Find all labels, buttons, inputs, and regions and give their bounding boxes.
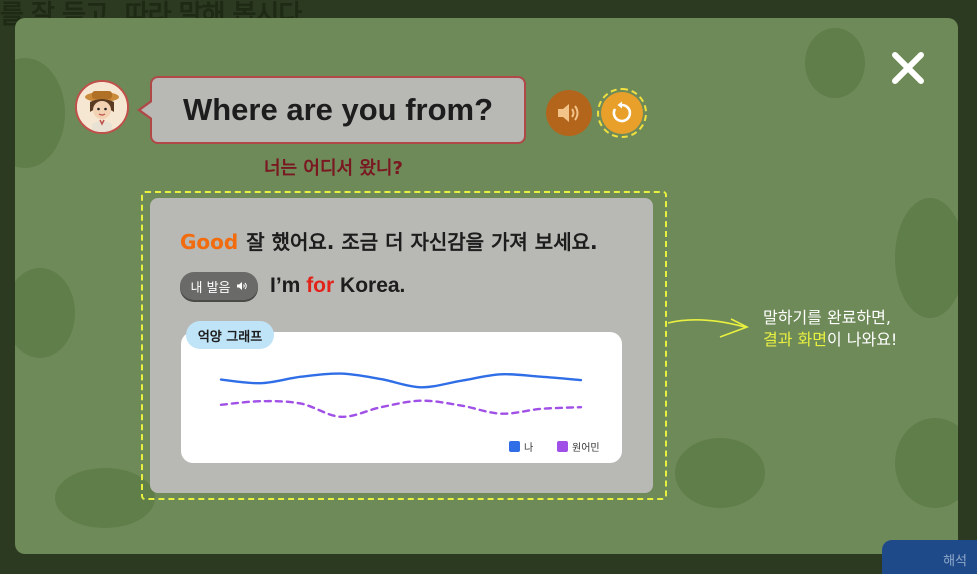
speaker-icon — [236, 282, 247, 290]
speech-bubble-tail-fill — [141, 102, 152, 118]
recognized-answer: I’m for Korea. — [270, 272, 405, 300]
series-line-me — [219, 372, 583, 389]
background-decoration — [895, 198, 958, 318]
legend-me: 나 — [509, 439, 533, 454]
background-decoration — [675, 438, 765, 508]
legend-native: 원어민 — [557, 439, 600, 454]
replay-button-face — [601, 92, 643, 134]
legend-me-swatch — [509, 441, 520, 452]
replay-button[interactable] — [597, 88, 647, 138]
translation-toggle-label: 해석 — [943, 554, 967, 569]
replay-icon — [612, 101, 632, 123]
close-icon — [892, 52, 924, 84]
feedback-text: 잘 했어요. 조금 더 자신감을 가져 보세요. — [246, 230, 598, 254]
listen-button[interactable] — [546, 90, 592, 136]
background-decoration — [55, 468, 155, 528]
annotation-text: 말하기를 완료하면, 결과 화면이 나와요! — [763, 307, 897, 351]
annotation-arrow-icon — [667, 318, 750, 338]
annotation-rest: 이 나와요! — [826, 330, 898, 349]
my-pronunciation-button[interactable]: 내 발음 — [180, 272, 258, 300]
annotation-line-1: 말하기를 완료하면, — [763, 308, 891, 327]
close-button[interactable] — [888, 48, 928, 88]
answer-wrong-word: for — [306, 274, 335, 297]
prompt-translation: 너는 어디서 왔니? — [264, 158, 403, 179]
avatar — [75, 80, 129, 134]
answer-text-after: Korea. — [334, 274, 406, 297]
graph-tag: 억양 그래프 — [186, 321, 274, 349]
prompt-sentence: Where are you from? — [150, 76, 526, 144]
intonation-graph — [181, 332, 622, 463]
translation-toggle-button[interactable]: 해석 — [882, 540, 977, 574]
grade-label: Good — [180, 230, 239, 254]
speaker-icon — [558, 104, 579, 122]
legend-native-label: 원어민 — [572, 443, 600, 454]
series-line-native — [219, 399, 583, 419]
background-decoration — [895, 418, 958, 508]
legend-native-swatch — [557, 441, 568, 452]
background-decoration — [15, 268, 75, 358]
feedback-line: Good 잘 했어요. 조금 더 자신감을 가져 보세요. — [180, 226, 598, 255]
intonation-chart — [219, 372, 583, 419]
my-pronunciation-label: 내 발음 — [190, 280, 231, 296]
annotation-highlight: 결과 화면 — [763, 330, 827, 349]
annotation-line-2: 결과 화면이 나와요! — [763, 329, 897, 351]
legend-me-label: 나 — [524, 443, 534, 454]
answer-text-before: I’m — [270, 274, 307, 297]
background-decoration — [805, 28, 865, 98]
background-decoration — [15, 58, 65, 168]
girl-avatar-icon — [77, 82, 127, 132]
